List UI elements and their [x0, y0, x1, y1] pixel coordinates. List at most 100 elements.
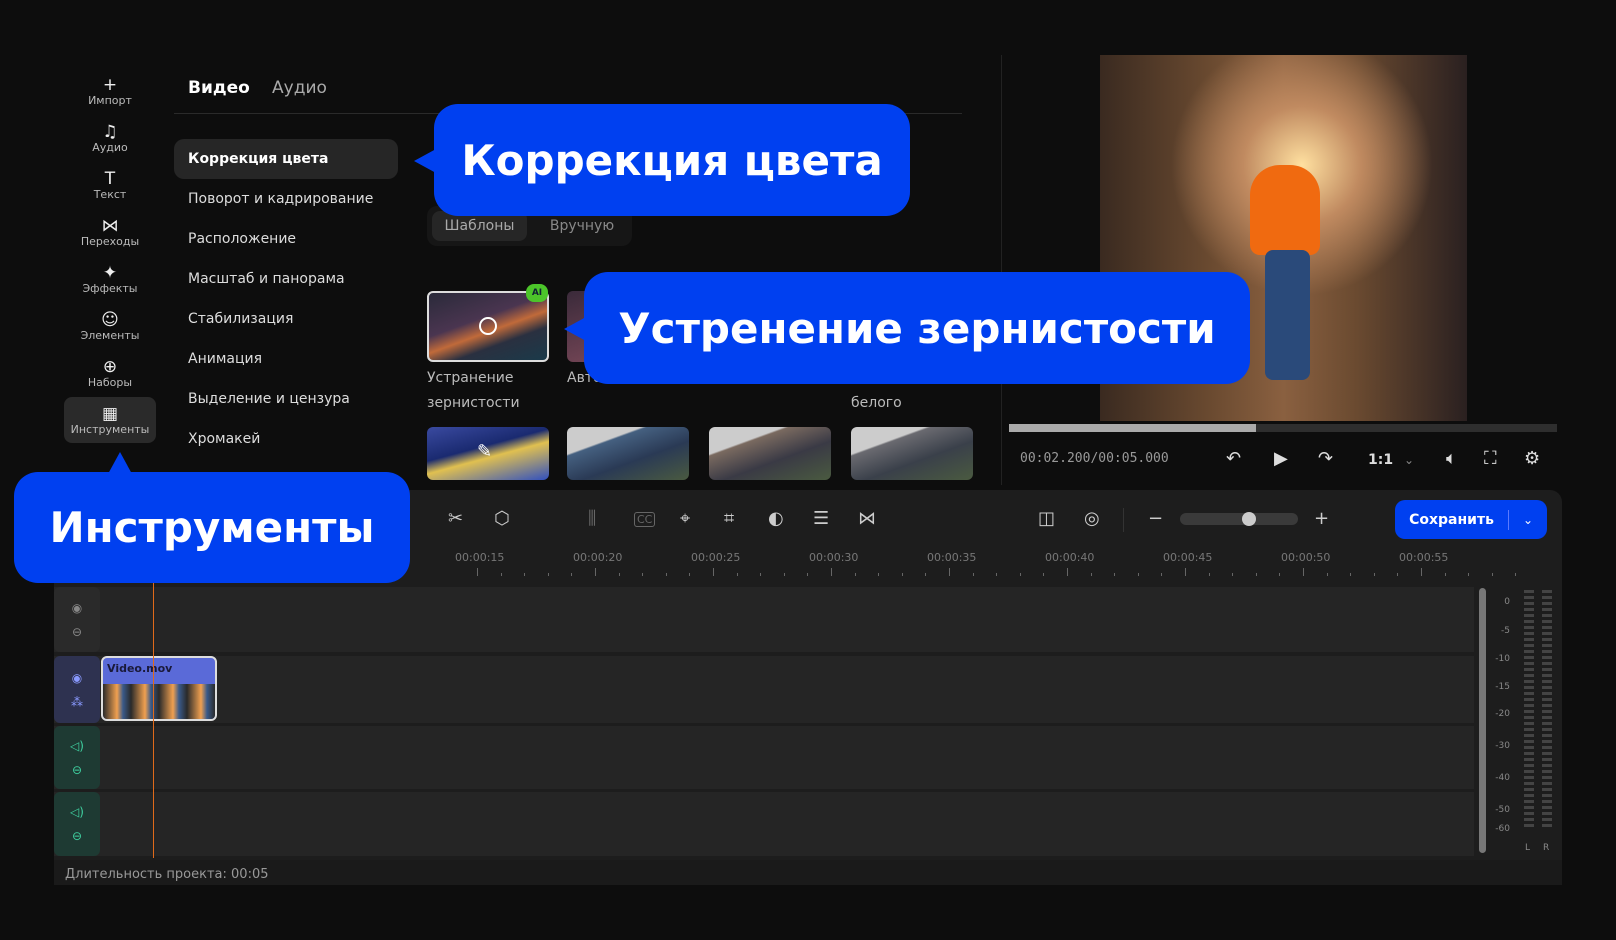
- preset-thumb[interactable]: [851, 427, 973, 480]
- sidebar-item-label: Инструменты: [70, 422, 150, 436]
- marker-icon[interactable]: ⬡: [494, 508, 510, 529]
- sidebar-item-audio[interactable]: ♫ Аудио: [64, 115, 156, 161]
- ruler-tick: [901, 573, 903, 576]
- ruler-tick: [972, 573, 974, 576]
- link-icon[interactable]: ⊖: [72, 625, 82, 639]
- preset-label: зернистости: [427, 395, 520, 411]
- preset-label: Устранение: [427, 370, 514, 386]
- time-display: 00:02.200/00:05.000: [1020, 451, 1169, 466]
- ruler-tick: [1468, 573, 1470, 576]
- menu-item-animation[interactable]: Анимация: [174, 339, 398, 379]
- redo-icon[interactable]: ↷: [1318, 448, 1333, 469]
- ruler-label: 00:00:35: [927, 551, 977, 564]
- clip-thumbnails: [103, 684, 215, 719]
- track-audio[interactable]: [54, 726, 1474, 789]
- sidebar-item-text[interactable]: T Текст: [64, 162, 156, 208]
- ruler-tick: [1279, 573, 1281, 576]
- link-icon[interactable]: ⊖: [72, 763, 82, 777]
- sidebar-item-import[interactable]: + Импорт: [64, 68, 156, 114]
- timeline-zoom-slider[interactable]: [1180, 512, 1298, 526]
- crop-icon[interactable]: ⌗: [724, 508, 734, 529]
- track-header: ◉ ⊖: [54, 587, 100, 652]
- chevron-down-icon[interactable]: ⌄: [1404, 453, 1414, 467]
- zoom-in-icon[interactable]: +: [1314, 508, 1329, 529]
- adjust-icon[interactable]: ☰: [813, 508, 829, 529]
- link-icon[interactable]: ⊖: [72, 829, 82, 843]
- volume-icon[interactable]: 🔈︎: [1446, 448, 1457, 469]
- fullscreen-icon[interactable]: ⛶: [1484, 448, 1497, 469]
- ruler-tick: [996, 573, 998, 576]
- sidebar-item-kits[interactable]: ⊕ Наборы: [64, 350, 156, 396]
- video-clip[interactable]: Video.mov: [101, 656, 217, 721]
- transitions-icon: ⋈: [101, 215, 119, 236]
- ruler-tick: [1350, 573, 1352, 576]
- ruler-tick: [854, 573, 856, 576]
- save-button[interactable]: Сохранить ⌄: [1395, 500, 1547, 539]
- eye-icon[interactable]: ◉: [72, 601, 82, 615]
- tab-audio[interactable]: Аудио: [272, 78, 327, 98]
- playhead[interactable]: [153, 583, 154, 858]
- sidebar-item-elements[interactable]: ☺ Элементы: [64, 303, 156, 349]
- audio-split-icon[interactable]: ⫼: [588, 508, 596, 529]
- ruler-tick: [783, 573, 785, 576]
- focus-add-icon[interactable]: ⌖: [680, 508, 690, 529]
- ai-badge: AI: [526, 284, 548, 302]
- sidebar-item-effects[interactable]: ✦ Эффекты: [64, 256, 156, 302]
- ruler-tick: [689, 573, 691, 576]
- status-bar: [54, 860, 1562, 885]
- chevron-down-icon[interactable]: ⌄: [1509, 513, 1547, 527]
- track-overlay[interactable]: [54, 587, 1474, 652]
- ruler-tick: [1137, 573, 1139, 576]
- menu-item-highlight-censor[interactable]: Выделение и цензура: [174, 379, 398, 419]
- sidebar-item-tools[interactable]: ▦ Инструменты: [64, 397, 156, 443]
- preset-magic[interactable]: ✎: [427, 427, 549, 480]
- sidebar-item-label: Элементы: [80, 328, 140, 342]
- vertical-scrollbar[interactable]: [1479, 588, 1486, 853]
- undo-icon[interactable]: ↶: [1226, 448, 1241, 469]
- ruler-tick: [1326, 573, 1328, 576]
- mirror-icon[interactable]: ◫: [1038, 508, 1055, 529]
- preview-subject: [1250, 165, 1320, 255]
- eye-icon[interactable]: ◉: [72, 671, 82, 685]
- track-audio[interactable]: [54, 792, 1474, 856]
- cut-icon[interactable]: ✂: [448, 508, 463, 529]
- color-icon[interactable]: ◐: [768, 508, 784, 529]
- ruler-tick: [1515, 573, 1517, 576]
- menu-item-chromakey[interactable]: Хромакей: [174, 419, 398, 459]
- settings-gear-icon[interactable]: ⚙: [1524, 448, 1540, 469]
- ruler-tick: [1397, 573, 1399, 576]
- tab-video[interactable]: Видео: [188, 78, 250, 98]
- sidebar-item-label: Переходы: [80, 234, 140, 248]
- ruler-tick: [1208, 573, 1210, 576]
- ruler-tick: [831, 568, 832, 576]
- preset-thumb[interactable]: [567, 427, 689, 480]
- ruler-tick: [595, 568, 596, 576]
- effects-icon[interactable]: ⁂: [71, 695, 83, 709]
- menu-item-stabilization[interactable]: Стабилизация: [174, 299, 398, 339]
- menu-item-zoom-pan[interactable]: Масштаб и панорама: [174, 259, 398, 299]
- menu-item-color-correction[interactable]: Коррекция цвета: [174, 139, 398, 179]
- project-duration: Длительность проекта: 00:05: [65, 867, 269, 882]
- menu-item-position[interactable]: Расположение: [174, 219, 398, 259]
- track-video[interactable]: [54, 656, 1474, 723]
- aspect-ratio-select[interactable]: 1:1: [1368, 452, 1393, 468]
- playback-progress[interactable]: [1009, 424, 1557, 432]
- sidebar-item-transitions[interactable]: ⋈ Переходы: [64, 209, 156, 255]
- play-button[interactable]: ▶: [1274, 448, 1288, 469]
- meter-right-label: R: [1543, 843, 1550, 853]
- menu-item-rotate-crop[interactable]: Поворот и кадрирование: [174, 179, 398, 219]
- volume-icon[interactable]: ◁): [70, 805, 84, 819]
- meter-tick-label: -10: [1495, 654, 1510, 664]
- transition-add-icon[interactable]: ⋈: [858, 508, 876, 529]
- preset-thumb[interactable]: [709, 427, 831, 480]
- meter-tick-label: 0: [1504, 597, 1510, 607]
- sidebar-item-label: Наборы: [87, 375, 133, 389]
- denoise-icon: [479, 317, 497, 335]
- volume-icon[interactable]: ◁): [70, 739, 84, 753]
- captions-icon[interactable]: CC: [634, 512, 656, 527]
- zoom-out-icon[interactable]: −: [1148, 508, 1163, 529]
- track-header: ◉ ⁂: [54, 656, 100, 723]
- slider-handle[interactable]: [1242, 512, 1257, 526]
- record-icon[interactable]: ◎: [1084, 508, 1100, 529]
- ruler-tick: [1114, 573, 1116, 576]
